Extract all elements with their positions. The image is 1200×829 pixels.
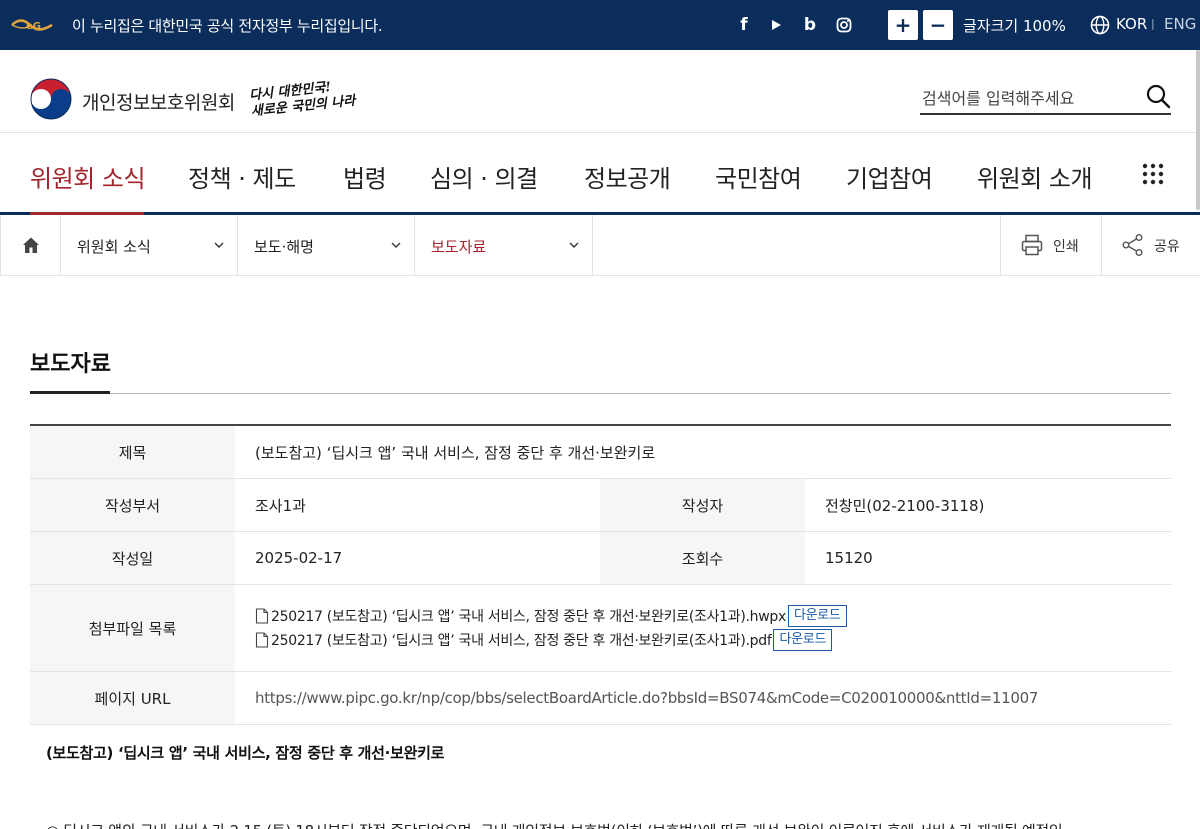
file-list: 250217 (보도참고) ‘딥시크 앱’ 국내 서비스, 잠정 중단 후 개선… xyxy=(235,585,1171,671)
breadcrumb-select-level3[interactable]: 보도자료 xyxy=(415,215,593,276)
row-dept-author: 작성부서 조사1과 작성자 전창민(02-2100-3118) xyxy=(30,479,1171,532)
site-header: 개인정보보호위원회 다시 대한민국! 새로운 국민의 나라 xyxy=(0,50,1200,133)
label-files: 첨부파일 목록 xyxy=(30,585,235,671)
label-url: 페이지 URL xyxy=(30,672,235,724)
print-button[interactable]: 인쇄 xyxy=(1000,215,1101,276)
nav-disclosure[interactable]: 정보공개 xyxy=(584,159,671,194)
file-name-link[interactable]: 250217 (보도참고) ‘딥시크 앱’ 국내 서비스, 잠정 중단 후 개선… xyxy=(271,606,786,626)
lang-kor-link[interactable]: KOR xyxy=(1116,15,1147,33)
nav-law[interactable]: 법령 xyxy=(343,159,387,194)
file-name-link[interactable]: 250217 (보도참고) ‘딥시크 앱’ 국내 서비스, 잠정 중단 후 개선… xyxy=(271,630,772,650)
page-title: 보도자료 xyxy=(30,352,111,377)
title-divider xyxy=(30,393,1171,394)
search-input[interactable] xyxy=(922,85,1132,111)
file-item: 250217 (보도참고) ‘딥시크 앱’ 국내 서비스, 잠정 중단 후 개선… xyxy=(255,604,847,628)
printer-icon xyxy=(1021,234,1043,256)
taegeuk-logo-icon[interactable] xyxy=(30,78,72,120)
chevron-down-icon xyxy=(391,242,401,248)
label-date: 작성일 xyxy=(30,532,235,584)
article-title: (보도참고) ‘딥시크 앱’ 국내 서비스, 잠정 중단 후 개선·보완키로 xyxy=(255,443,656,462)
lang-divider: | xyxy=(1151,17,1155,30)
article-info-table: 제목 (보도참고) ‘딥시크 앱’ 국내 서비스, 잠정 중단 후 개선·보완키… xyxy=(30,424,1171,725)
chevron-down-icon xyxy=(214,242,224,248)
label-dept: 작성부서 xyxy=(30,479,235,531)
download-button[interactable]: 다운로드 xyxy=(773,629,833,651)
nav-public-participation[interactable]: 국민참여 xyxy=(715,159,802,194)
row-title: 제목 (보도참고) ‘딥시크 앱’ 국내 서비스, 잠정 중단 후 개선·보완키… xyxy=(30,426,1171,479)
label-title: 제목 xyxy=(30,426,235,478)
share-button[interactable]: 공유 xyxy=(1101,215,1200,276)
row-files: 첨부파일 목록 250217 (보도참고) ‘딥시크 앱’ 국내 서비스, 잠정… xyxy=(30,585,1171,672)
font-increase-button[interactable]: + xyxy=(888,10,918,40)
article-date: 2025-02-17 xyxy=(255,549,343,567)
svg-text:eG: eG xyxy=(26,21,41,32)
nav-policy[interactable]: 정책 · 제도 xyxy=(188,159,296,194)
chevron-down-icon xyxy=(569,242,579,248)
slogan-logo: 다시 대한민국! 새로운 국민의 나라 xyxy=(249,78,357,121)
nav-about[interactable]: 위원회 소개 xyxy=(977,159,1093,194)
share-label: 공유 xyxy=(1154,239,1180,255)
file-icon xyxy=(255,608,269,624)
globe-icon xyxy=(1090,15,1110,35)
print-label: 인쇄 xyxy=(1053,239,1079,255)
breadcrumb-select-level1[interactable]: 위원회 소식 xyxy=(61,215,238,276)
file-item: 250217 (보도참고) ‘딥시크 앱’ 국내 서비스, 잠정 중단 후 개선… xyxy=(255,628,833,652)
gov-notice[interactable]: 이 누리집은 대한민국 공식 전자정부 누리집입니다. xyxy=(72,15,383,36)
gov-emblem-icon: eG xyxy=(11,19,53,32)
font-decrease-button[interactable]: − xyxy=(923,10,953,40)
home-button[interactable] xyxy=(0,215,61,276)
home-icon xyxy=(23,237,39,253)
facebook-icon[interactable]: f xyxy=(732,12,756,38)
page-scrollbar[interactable] xyxy=(1196,50,1200,210)
article-dept: 조사1과 xyxy=(255,496,306,515)
search-box xyxy=(920,83,1171,115)
share-icon xyxy=(1122,234,1143,257)
article-summary-title: (보도참고) ‘딥시크 앱’ 국내 서비스, 잠정 중단 후 개선·보완키로 xyxy=(46,744,445,762)
article-views: 15120 xyxy=(825,549,873,567)
label-author: 작성자 xyxy=(600,479,805,531)
font-size-label: 글자크기 100% xyxy=(963,17,1066,35)
article-url[interactable]: https://www.pipc.go.kr/np/cop/bbs/select… xyxy=(235,672,1171,724)
breadcrumb: 위원회 소식 보도·해명 보도자료 인쇄 공유 xyxy=(0,215,1200,276)
blog-icon[interactable]: b xyxy=(798,12,822,38)
nav-committee-news[interactable]: 위원회 소식 xyxy=(30,159,146,194)
org-name-logo[interactable]: 개인정보보호위원회 xyxy=(82,88,235,115)
lang-eng-link[interactable]: ENG xyxy=(1164,15,1196,33)
title-underline xyxy=(30,391,110,394)
main-navigation: 위원회 소식 정책 · 제도 법령 심의 · 의결 정보공개 국민참여 기업참여… xyxy=(0,133,1200,215)
instagram-icon[interactable] xyxy=(832,12,856,38)
breadcrumb-select-level2[interactable]: 보도·해명 xyxy=(238,215,415,276)
row-url: 페이지 URL https://www.pipc.go.kr/np/cop/bb… xyxy=(30,672,1171,725)
breadcrumb-level2-label: 보도·해명 xyxy=(254,238,314,256)
breadcrumb-level3-label: 보도자료 xyxy=(431,238,487,256)
nav-business-participation[interactable]: 기업참여 xyxy=(846,159,933,194)
search-icon[interactable] xyxy=(1145,83,1171,109)
gov-banner: eG 이 누리집은 대한민국 공식 전자정부 누리집입니다. f b + − 글… xyxy=(0,0,1200,50)
article-body-line: ○ 딥시크 앱의 국내 서비스가 2.15.(토) 18시부터 잠정 중단되었으… xyxy=(46,820,1063,829)
youtube-icon[interactable] xyxy=(764,12,788,38)
all-menu-icon[interactable] xyxy=(1142,163,1164,185)
article-author: 전창민(02-2100-3118) xyxy=(825,496,985,515)
download-button[interactable]: 다운로드 xyxy=(787,605,847,627)
file-icon xyxy=(255,632,269,648)
label-views: 조회수 xyxy=(600,532,805,584)
breadcrumb-level1-label: 위원회 소식 xyxy=(77,238,151,256)
nav-review[interactable]: 심의 · 의결 xyxy=(430,159,538,194)
row-date-views: 작성일 2025-02-17 조회수 15120 xyxy=(30,532,1171,585)
